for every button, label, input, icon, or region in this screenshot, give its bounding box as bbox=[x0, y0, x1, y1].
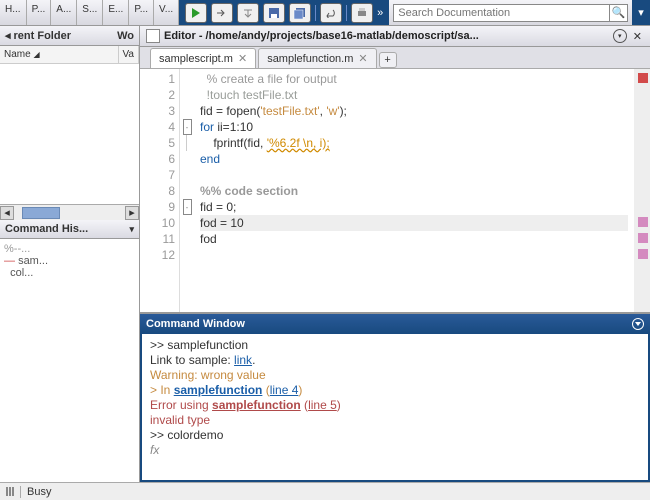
ribbon-tab[interactable]: P... bbox=[27, 0, 52, 25]
main-area: ◂rent FolderWo Name ◢ Va ◂ ▸ Command His… bbox=[0, 26, 650, 482]
file-tab[interactable]: samplefunction.m✕ bbox=[258, 48, 376, 68]
run-button[interactable] bbox=[185, 3, 207, 23]
panel-menu-icon[interactable] bbox=[129, 223, 134, 235]
scroll-left-icon[interactable]: ◂ bbox=[0, 206, 14, 220]
search-container: 🔍 bbox=[389, 4, 632, 22]
code-indicator-margin bbox=[634, 69, 650, 312]
scroll-right-icon[interactable]: ▸ bbox=[125, 206, 139, 220]
history-item[interactable]: — sam... bbox=[4, 255, 135, 267]
line-number-gutter: 123456789101112 bbox=[140, 69, 180, 312]
ribbon-tab[interactable]: V... bbox=[154, 0, 179, 25]
warning-indicator-icon[interactable] bbox=[638, 233, 648, 243]
step-in-button[interactable] bbox=[237, 3, 259, 23]
close-icon[interactable]: ✕ bbox=[631, 30, 644, 43]
warning-indicator-icon[interactable] bbox=[638, 249, 648, 259]
close-tab-icon[interactable]: ✕ bbox=[238, 52, 247, 65]
search-input[interactable] bbox=[393, 4, 610, 22]
save-button[interactable] bbox=[263, 3, 285, 23]
history-item[interactable]: col... bbox=[4, 267, 135, 279]
command-history-list[interactable]: %--... — sam... col... bbox=[0, 239, 139, 482]
command-window-body[interactable]: >> samplefunction Link to sample: link. … bbox=[140, 334, 650, 482]
scroll-thumb[interactable] bbox=[22, 207, 60, 219]
history-item[interactable]: %--... bbox=[4, 243, 135, 255]
output-link[interactable]: samplefunction bbox=[212, 398, 301, 412]
ribbon-tab[interactable]: H... bbox=[0, 0, 27, 25]
editor-file-tabs: samplescript.m✕ samplefunction.m✕ + bbox=[140, 47, 650, 69]
output-link[interactable]: samplefunction bbox=[174, 383, 263, 397]
close-tab-icon[interactable]: ✕ bbox=[358, 52, 367, 65]
editor-titlebar: Editor - /home/andy/projects/base16-matl… bbox=[140, 26, 650, 47]
status-bar: Busy bbox=[0, 482, 650, 500]
fold-toggle-icon[interactable]: - bbox=[183, 199, 192, 215]
folder-horizontal-scrollbar[interactable]: ◂ ▸ bbox=[0, 204, 139, 220]
folder-file-list[interactable] bbox=[0, 64, 139, 204]
save-all-button[interactable] bbox=[289, 3, 311, 23]
editor-icon bbox=[146, 29, 160, 43]
column-name[interactable]: Name ◢ bbox=[0, 46, 119, 63]
print-button[interactable] bbox=[351, 3, 373, 23]
code-area[interactable]: % create a file for output !touch testFi… bbox=[194, 69, 634, 312]
right-column: Editor - /home/andy/projects/base16-matl… bbox=[140, 26, 650, 482]
new-tab-button[interactable]: + bbox=[379, 52, 397, 68]
left-column: ◂rent FolderWo Name ◢ Va ◂ ▸ Command His… bbox=[0, 26, 140, 482]
status-text: Busy bbox=[27, 486, 51, 498]
command-history-header[interactable]: Command His... bbox=[0, 220, 139, 239]
output-link[interactable]: line 4 bbox=[270, 383, 299, 397]
busy-indicator-icon bbox=[6, 487, 14, 496]
file-tab[interactable]: samplescript.m✕ bbox=[150, 48, 256, 68]
folder-columns: Name ◢ Va bbox=[0, 46, 139, 64]
fold-toggle-icon[interactable]: - bbox=[183, 119, 192, 135]
column-value[interactable]: Va bbox=[119, 46, 140, 63]
prompt-icon: fx bbox=[150, 443, 159, 457]
output-link[interactable]: link bbox=[234, 353, 252, 367]
window-menu-button[interactable]: ▾ bbox=[632, 0, 650, 25]
error-indicator-icon[interactable] bbox=[638, 73, 648, 83]
panel-menu-icon[interactable]: ▾ bbox=[613, 29, 627, 43]
editor-body: 123456789101112 - - % create a file for … bbox=[140, 69, 650, 312]
quick-access-toolbar: » bbox=[179, 0, 389, 25]
panel-menu-icon[interactable] bbox=[632, 318, 644, 330]
current-folder-header[interactable]: ◂rent FolderWo bbox=[0, 26, 139, 46]
warning-indicator-icon[interactable] bbox=[638, 217, 648, 227]
undo-button[interactable] bbox=[320, 3, 342, 23]
ribbon-tab[interactable]: S... bbox=[77, 0, 103, 25]
code-fold-gutter: - - bbox=[180, 69, 194, 312]
output-link[interactable]: line 5 bbox=[308, 398, 337, 412]
command-window-panel: Command Window >> samplefunction Link to… bbox=[140, 312, 650, 482]
ribbon-tab[interactable]: P... bbox=[129, 0, 154, 25]
command-history-panel: Command His... %--... — sam... col... bbox=[0, 220, 139, 482]
top-toolbar: H... P... A... S... E... P... V... » 🔍 ▾ bbox=[0, 0, 650, 26]
step-button[interactable] bbox=[211, 3, 233, 23]
ribbon-tabs: H... P... A... S... E... P... V... bbox=[0, 0, 179, 25]
editor-title-text: Editor - /home/andy/projects/base16-matl… bbox=[164, 30, 609, 42]
more-tools-icon[interactable]: » bbox=[377, 7, 383, 19]
current-folder-panel: ◂rent FolderWo Name ◢ Va ◂ ▸ bbox=[0, 26, 139, 220]
editor-panel: Editor - /home/andy/projects/base16-matl… bbox=[140, 26, 650, 312]
search-icon[interactable]: 🔍 bbox=[610, 4, 628, 22]
ribbon-tab[interactable]: E... bbox=[103, 0, 129, 25]
ribbon-tab[interactable]: A... bbox=[51, 0, 77, 25]
command-window-titlebar[interactable]: Command Window bbox=[140, 314, 650, 334]
